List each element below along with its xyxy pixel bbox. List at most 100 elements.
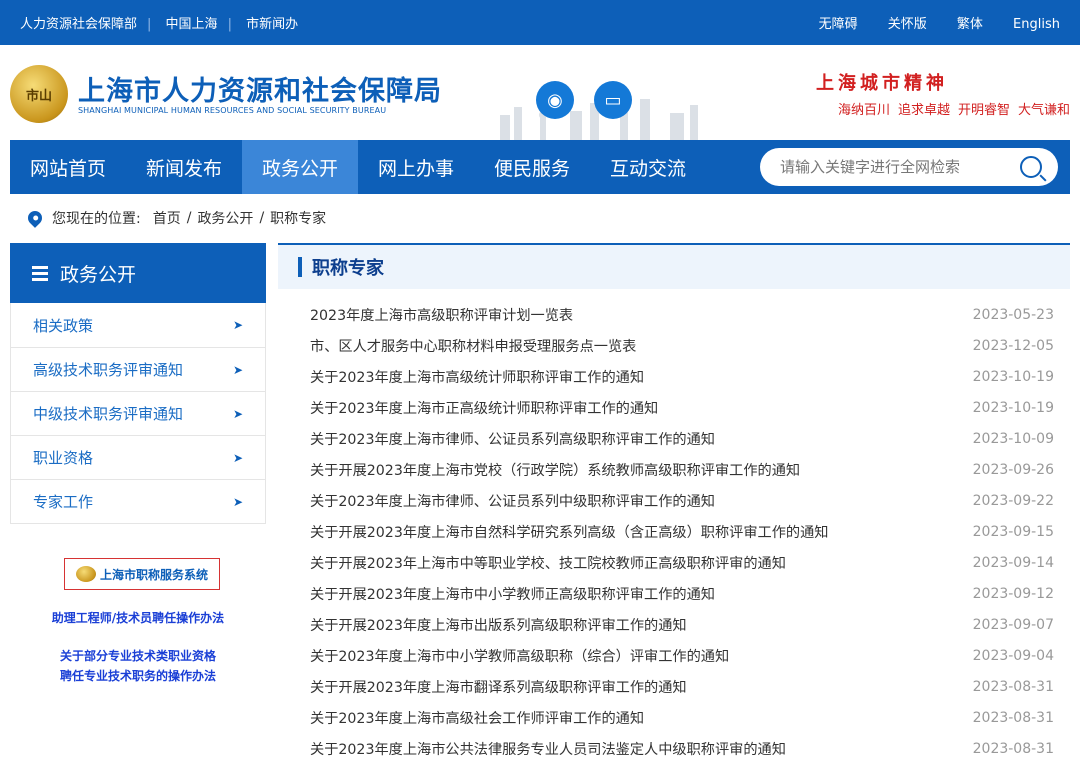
article-title[interactable]: 关于开展2023年度上海市翻译系列高级职称评审工作的通知 [310,677,687,697]
list-item[interactable]: 市、区人才服务中心职称材料申报受理服务点一览表 2023-12-05 [278,330,1070,361]
sidebar-menu: 相关政策 ➤ 高级技术职务评审通知 ➤ 中级技术职务评审通知 ➤ 职业资格 ➤ 专家工作… [10,303,266,524]
article-title[interactable]: 关于开展2023年度上海市自然科学研究系列高级（含正高级）职称评审工作的通知 [310,522,828,542]
article-date: 2023-08-31 [972,740,1054,757]
nav-convenience[interactable]: 便民服务 [474,140,590,194]
list-item[interactable]: 关于2023年度上海市律师、公证员系列高级职称评审工作的通知 2023-10-09 [278,423,1070,454]
article-title[interactable]: 关于2023年度上海市正高级统计师职称评审工作的通知 [310,398,658,418]
article-title[interactable]: 关于2023年度上海市律师、公证员系列中级职称评审工作的通知 [310,491,715,511]
list-item[interactable]: 关于开展2023年度上海市自然科学研究系列高级（含正高级）职称评审工作的通知 20… [278,516,1070,547]
article-title[interactable]: 关于开展2023年度上海市中小学教师正高级职称评审工作的通知 [310,584,715,604]
list-item[interactable]: 关于2023年度上海市高级社会工作师评审工作的通知 2023-08-31 [278,702,1070,733]
breadcrumb-current: 职称专家 [270,211,327,227]
article-title[interactable]: 关于2023年度上海市公共法律服务专业人员司法鉴定人中级职称评审的通知 [310,739,786,759]
article-date: 2023-09-14 [972,554,1054,571]
article-date: 2023-08-31 [972,678,1054,695]
list-item[interactable]: 2023年度上海市高级职称评审计划一览表 2023-05-23 [278,299,1070,330]
top-link-china-shanghai[interactable]: 中国上海 [166,17,218,32]
list-item[interactable]: 关于开展2023年上海市中等职业学校、技工院校教师正高级职称评审的通知 2023-… [278,547,1070,578]
search-input[interactable] [780,158,1020,176]
accessibility-link[interactable]: 无障碍 [819,17,858,32]
site-subtitle: SHANGHAI MUNICIPAL HUMAN RESOURCES AND S… [78,106,387,115]
english-link[interactable]: English [1013,17,1060,32]
traditional-chinese-link[interactable]: 繁体 [957,17,983,32]
city-spirit-words: 海纳百川 追求卓越 开明睿智 大气谦和 [837,103,1070,118]
nav-news[interactable]: 新闻发布 [126,140,242,194]
arrow-right-icon: ➤ [232,494,243,509]
article-title[interactable]: 关于2023年度上海市中小学教师高级职称（综合）评审工作的通知 [310,646,729,666]
search-icon[interactable] [1020,156,1042,178]
article-title[interactable]: 关于2023年度上海市律师、公证员系列高级职称评审工作的通知 [310,429,715,449]
city-spirit-title: 上海城市精神 [816,73,948,94]
article-title[interactable]: 2023年度上海市高级职称评审计划一览表 [310,305,573,325]
care-version-link[interactable]: 关怀版 [888,17,927,32]
article-title[interactable]: 关于开展2023年度上海市出版系列高级职称评审工作的通知 [310,615,687,635]
list-item[interactable]: 关于2023年度上海市公共法律服务专业人员司法鉴定人中级职称评审的通知 2023-… [278,733,1070,764]
article-date: 2023-10-19 [972,399,1054,416]
article-title[interactable]: 关于2023年度上海市高级统计师职称评审工作的通知 [310,367,644,387]
breadcrumb-government-affairs[interactable]: 政务公开 [197,208,253,228]
top-bar: 人力资源社会保障部 | 中国上海 | 市新闻办 无障碍 关怀版 繁体 English [0,0,1080,45]
list-item[interactable]: 关于2023年度上海市高级统计师职称评审工作的通知 2023-10-19 [278,361,1070,392]
arrow-right-icon: ➤ [232,318,243,332]
list-item[interactable]: 关于2023年度上海市律师、公证员系列中级职称评审工作的通知 2023-09-22 [278,485,1070,516]
bureau-emblem-logo[interactable]: 市山 [10,65,68,123]
article-title[interactable]: 关于2023年度上海市高级社会工作师评审工作的通知 [310,708,644,728]
article-date: 2023-09-12 [972,585,1054,602]
site-header: 市山 上海市人力资源和社会保障局 SHANGHAI MUNICIPAL HUMA… [0,45,1080,140]
main-content: 职称专家 2023年度上海市高级职称评审计划一览表 2023-05-23 市、区人才… [278,243,1070,764]
article-title[interactable]: 关于开展2023年上海市中等职业学校、技工院校教师正高级职称评审的通知 [310,553,786,573]
breadcrumb: 您现在的位置: 首页 / 政务公开 / 职称专家 [25,208,327,228]
nav-home[interactable]: 网站首页 [10,140,126,194]
section-marker [298,257,302,277]
sidebar-item-expert-work[interactable]: 专家工作 ➤ [11,479,265,523]
sidebar-item-intermediate-review[interactable]: 中级技术职务评审通知 ➤ [11,391,265,435]
breadcrumb-home[interactable]: 首页 [153,208,181,228]
search-box [760,148,1058,186]
arrow-right-icon: ➤ [232,362,243,377]
top-link-mohrss[interactable]: 人力资源社会保障部 [20,17,137,32]
list-item[interactable]: 关于开展2023年度上海市翻译系列高级职称评审工作的通知 2023-08-31 [278,671,1070,702]
article-title[interactable]: 关于开展2023年度上海市党校（行政学院）系统教师高级职称评审工作的通知 [310,460,800,480]
section-header: 职称专家 [278,243,1070,289]
main-nav: 网站首页 新闻发布 政务公开 网上办事 便民服务 互动交流 [10,140,1070,194]
title-service-system-banner[interactable]: 上海市职称服务系统 [64,558,220,590]
article-date: 2023-12-05 [972,337,1054,354]
sidebar: 政务公开 相关政策 ➤ 高级技术职务评审通知 ➤ 中级技术职务评审通知 ➤ 职业资格 ➤… [10,243,266,524]
sidebar-item-qualifications[interactable]: 职业资格 ➤ [11,435,265,479]
section-title: 职称专家 [312,258,384,279]
article-date: 2023-09-04 [972,647,1054,664]
list-item[interactable]: 关于2023年度上海市正高级统计师职称评审工作的通知 2023-10-19 [278,392,1070,423]
article-title[interactable]: 市、区人才服务中心职称材料申报受理服务点一览表 [310,336,636,356]
emblem-icon [75,566,96,582]
nav-interaction[interactable]: 互动交流 [590,140,706,194]
top-right-links: 无障碍 关怀版 繁体 English [793,13,1060,32]
top-link-press-office[interactable]: 市新闻办 [246,17,298,32]
arrow-right-icon: ➤ [232,406,243,421]
nav-government-affairs[interactable]: 政务公开 [242,140,358,194]
sidebar-item-senior-review[interactable]: 高级技术职务评审通知 ➤ [11,347,265,391]
breadcrumb-label: 您现在的位置: [52,211,141,227]
article-list: 2023年度上海市高级职称评审计划一览表 2023-05-23 市、区人才服务中心职… [278,289,1070,764]
arrow-right-icon: ➤ [232,450,243,465]
article-date: 2023-05-23 [972,306,1054,323]
site-title[interactable]: 上海市人力资源和社会保障局 [78,69,442,108]
article-date: 2023-09-15 [972,523,1054,540]
weibo-icon[interactable]: ◉ [536,81,574,119]
screen-icon[interactable]: ▭ [594,81,632,119]
list-item[interactable]: 关于开展2023年度上海市党校（行政学院）系统教师高级职称评审工作的通知 2023… [278,454,1070,485]
location-pin-icon [25,208,45,228]
list-icon [32,265,48,281]
top-links: 人力资源社会保障部 | 中国上海 | 市新闻办 [20,17,299,32]
sidebar-item-policies[interactable]: 相关政策 ➤ [11,303,265,347]
assistant-engineer-link[interactable]: 助理工程师/技术员聘任操作办法 [10,608,266,628]
sidebar-header: 政务公开 [10,243,266,303]
nav-online-services[interactable]: 网上办事 [358,140,474,194]
list-item[interactable]: 关于2023年度上海市中小学教师高级职称（综合）评审工作的通知 2023-09-0… [278,640,1070,671]
list-item[interactable]: 关于开展2023年度上海市出版系列高级职称评审工作的通知 2023-09-07 [278,609,1070,640]
article-date: 2023-09-22 [972,492,1054,509]
list-item[interactable]: 关于开展2023年度上海市中小学教师正高级职称评审工作的通知 2023-09-12 [278,578,1070,609]
sidebar-title: 政务公开 [60,263,137,286]
qualification-appointment-link[interactable]: 关于部分专业技术类职业资格 聘任专业技术职务的操作办法 [10,646,266,686]
article-date: 2023-10-19 [972,368,1054,385]
article-date: 2023-09-07 [972,616,1054,633]
